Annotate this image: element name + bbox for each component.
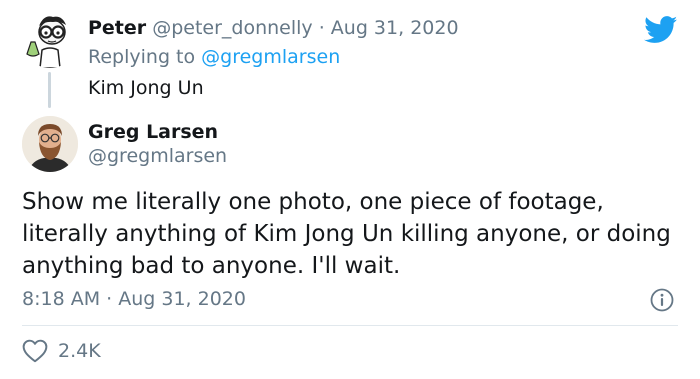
- replying-to-line: Replying to @gregmlarsen: [88, 46, 340, 68]
- reply-header: Peter @peter_donnelly · Aug 31, 2020: [88, 17, 459, 39]
- reply-author-name[interactable]: Peter: [88, 17, 146, 39]
- replying-to-mention[interactable]: @gregmlarsen: [201, 46, 340, 68]
- tweet-timestamp[interactable]: 8:18 AM · Aug 31, 2020: [22, 288, 246, 310]
- like-button[interactable]: 2.4K: [22, 339, 101, 363]
- heart-icon: [22, 339, 48, 363]
- replying-to-prefix: Replying to: [88, 46, 202, 68]
- tweet-author-handle[interactable]: @gregmlarsen: [88, 145, 227, 167]
- reply-date[interactable]: Aug 31, 2020: [331, 17, 459, 39]
- reply-author-avatar[interactable]: [22, 12, 78, 68]
- divider: [22, 325, 678, 326]
- tweet-author-avatar[interactable]: [22, 116, 78, 172]
- tweet-embed: Peter @peter_donnelly · Aug 31, 2020 Rep…: [0, 0, 700, 379]
- info-icon[interactable]: [650, 288, 674, 312]
- meta-separator: ·: [312, 17, 331, 39]
- reply-text: Kim Jong Un: [88, 77, 204, 99]
- bearded-man-avatar: [22, 116, 78, 172]
- reply-author-handle[interactable]: @peter_donnelly: [152, 17, 312, 39]
- thread-connector-line: [48, 72, 51, 108]
- like-count: 2.4K: [58, 340, 101, 362]
- twitter-bird-icon[interactable]: [644, 16, 678, 44]
- cartoon-scientist-avatar: [22, 12, 78, 68]
- tweet-author-name[interactable]: Greg Larsen: [88, 121, 218, 143]
- tweet-text: Show me literally one photo, one piece o…: [22, 189, 671, 279]
